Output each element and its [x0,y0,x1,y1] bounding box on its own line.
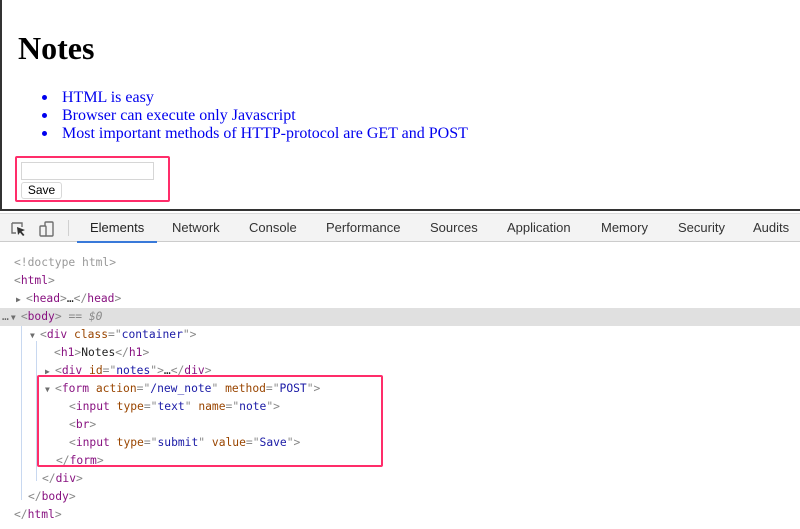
tag-name: body [27,310,55,323]
node-text: Notes [81,346,116,359]
toolbar-separator [68,220,69,236]
note-item: Most important methods of HTTP-protocol … [38,125,468,143]
tag-name: div [55,472,77,485]
dom-node-doctype[interactable]: <!doctype html> [0,254,800,272]
tab-elements[interactable]: Elements [76,214,158,243]
note-item: Browser can execute only Javascript [38,107,468,125]
form-code-highlight-box [37,375,383,467]
dom-node-body[interactable]: … ▼ <body> == $0 [0,308,800,326]
selected-marker: == $0 [68,310,103,323]
dom-node-h1[interactable]: <h1>Notes</h1> [0,344,800,362]
tab-network[interactable]: Network [172,214,220,242]
tag-name: head [87,292,115,305]
tab-memory[interactable]: Memory [601,214,648,242]
dom-node-html-close[interactable]: </html> [0,506,800,524]
dom-node-container-close[interactable]: </div> [0,470,800,488]
bullet-icon [42,113,47,118]
tab-security[interactable]: Security [678,214,725,242]
attr-value: container [121,328,183,341]
devtools-toolbar: Elements Network Console Performance Sou… [0,213,800,243]
tag-name: html [27,508,55,521]
expand-triangle-icon[interactable]: ▶ [16,291,26,309]
collapse-triangle-icon[interactable]: ▼ [11,309,21,327]
tab-console[interactable]: Console [249,214,297,242]
bullet-icon [42,95,47,100]
tag-name: html [20,274,49,287]
attr-name: class [74,328,109,341]
dom-node-container[interactable]: ▼ <div class="container"> [0,326,800,344]
tab-sources[interactable]: Sources [430,214,478,242]
collapse-triangle-icon[interactable]: ▼ [30,327,40,345]
tag-name: h1 [60,346,75,359]
collapsed-ellipsis[interactable]: … [67,292,74,305]
page-title: Notes [18,30,95,66]
inspect-element-icon[interactable] [10,221,28,237]
note-text: Browser can execute only Javascript [62,107,296,124]
notes-list: HTML is easy Browser can execute only Ja… [38,89,468,143]
tag-name: div [46,328,68,341]
dom-node-html[interactable]: <html> [0,272,800,290]
tab-performance[interactable]: Performance [326,214,400,242]
tag-name: h1 [128,346,143,359]
page-viewport: Notes HTML is easy Browser can execute o… [0,0,800,211]
note-input[interactable] [21,162,154,180]
bullet-icon [42,131,47,136]
tag-name: body [41,490,69,503]
save-button[interactable]: Save [21,182,62,199]
note-text: HTML is easy [62,89,154,106]
tab-audits[interactable]: Audits [753,214,789,242]
note-text: Most important methods of HTTP-protocol … [62,125,468,142]
note-item: HTML is easy [38,89,468,107]
dom-node-body-close[interactable]: </body> [0,488,800,506]
node-actions-icon[interactable]: … [2,310,9,323]
doctype-text: <!doctype html> [14,256,117,269]
tab-application[interactable]: Application [507,214,571,242]
tag-name: head [32,292,61,305]
dom-node-head[interactable]: ▶ <head>…</head> [0,290,800,308]
device-toolbar-icon[interactable] [38,221,56,237]
